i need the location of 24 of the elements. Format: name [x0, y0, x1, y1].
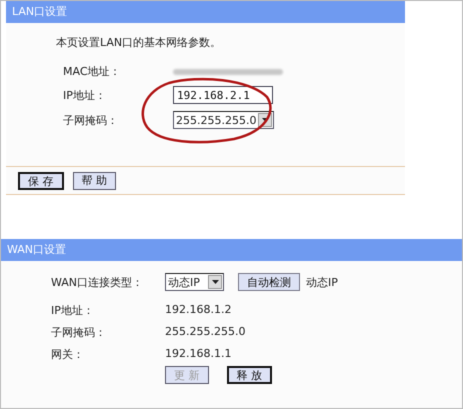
field-value: 192.168.1.1: [165, 347, 232, 362]
ip-label: IP地址：: [63, 88, 107, 102]
field-label: 网关：: [51, 347, 85, 362]
action-button[interactable]: 帮 助: [72, 172, 116, 190]
action-button[interactable]: 释 放: [226, 366, 272, 384]
dropdown-button[interactable]: [208, 275, 222, 289]
ip-input[interactable]: 192.168.2.1: [173, 86, 273, 104]
field-label: IP地址：: [51, 303, 95, 318]
type-select[interactable]: 动态IP: [165, 273, 224, 291]
field-value: 192.168.1.2: [165, 303, 232, 318]
mask-label: 子网掩码：: [63, 112, 119, 128]
mac-label: MAC地址：: [63, 64, 122, 79]
intro-text: 本页设置LAN口的基本网络参数。: [56, 35, 222, 50]
caret-icon: [212, 280, 218, 284]
field-value: 255.255.255.0: [165, 325, 246, 340]
detect-button[interactable]: 自动检测: [238, 273, 300, 291]
panel-title: WAN口设置: [1, 239, 462, 261]
field-label: 子网掩码：: [51, 325, 107, 340]
caret-icon: [262, 118, 268, 122]
mask-select[interactable]: 255.255.255.0: [173, 111, 274, 129]
panel-title: LAN口设置: [6, 1, 405, 23]
type-label: WAN口连接类型：: [51, 274, 144, 290]
type-result: 动态IP: [306, 274, 338, 290]
action-button[interactable]: 保 存: [18, 172, 64, 190]
